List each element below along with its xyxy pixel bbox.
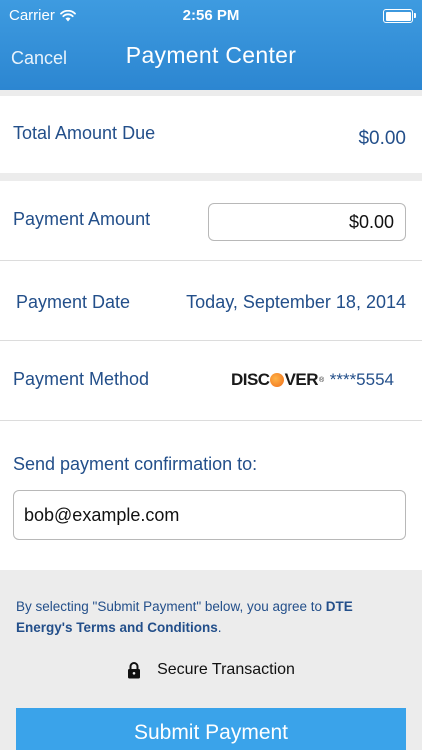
total-amount-value: $0.00	[358, 128, 406, 149]
payment-date-row[interactable]: Payment Date Today, September 18, 2014	[0, 261, 422, 341]
status-time: 2:56 PM	[182, 7, 240, 24]
payment-method-value[interactable]: DISC VER ® ****5554	[231, 370, 394, 390]
confirmation-label: Send payment confirmation to:	[13, 454, 258, 474]
payment-method-row[interactable]: Payment Method DISC VER ® ****5554	[0, 341, 422, 421]
secure-transaction-label: Secure Transaction	[157, 661, 295, 678]
secure-transaction: Secure Transaction	[0, 661, 422, 679]
payment-method-label: Payment Method	[13, 369, 150, 389]
email-field[interactable]	[13, 490, 406, 540]
nav-bar: Cancel Payment Center	[0, 38, 422, 78]
footer-area: By selecting "Submit Payment" below, you…	[0, 570, 422, 750]
lock-icon	[128, 661, 141, 678]
section-separator	[0, 173, 422, 181]
card-number: ****5554	[329, 370, 394, 389]
payment-date-value[interactable]: Today, September 18, 2014	[186, 292, 406, 313]
discover-logo: DISC VER ®	[230, 370, 324, 389]
header: Carrier 2:56 PM Cancel Payment Center	[0, 0, 422, 90]
payment-amount-label: Payment Amount	[13, 209, 151, 229]
total-amount-label: Total Amount Due	[13, 123, 156, 143]
status-bar: Carrier 2:56 PM	[0, 0, 422, 32]
payment-amount-row: Payment Amount	[0, 181, 422, 261]
submit-payment-button[interactable]: Submit Payment	[16, 708, 406, 750]
terms-text-before: By selecting "Submit Payment" below, you…	[16, 599, 326, 614]
terms-text-after: .	[217, 620, 222, 635]
total-amount-row: Total Amount Due $0.00	[0, 96, 422, 173]
battery-icon	[383, 9, 416, 23]
payment-date-label: Payment Date	[16, 292, 131, 312]
divider	[0, 420, 422, 421]
terms-text: By selecting "Submit Payment" below, you…	[16, 596, 408, 638]
payment-amount-input[interactable]	[208, 203, 406, 241]
page-title: Payment Center	[125, 42, 297, 68]
